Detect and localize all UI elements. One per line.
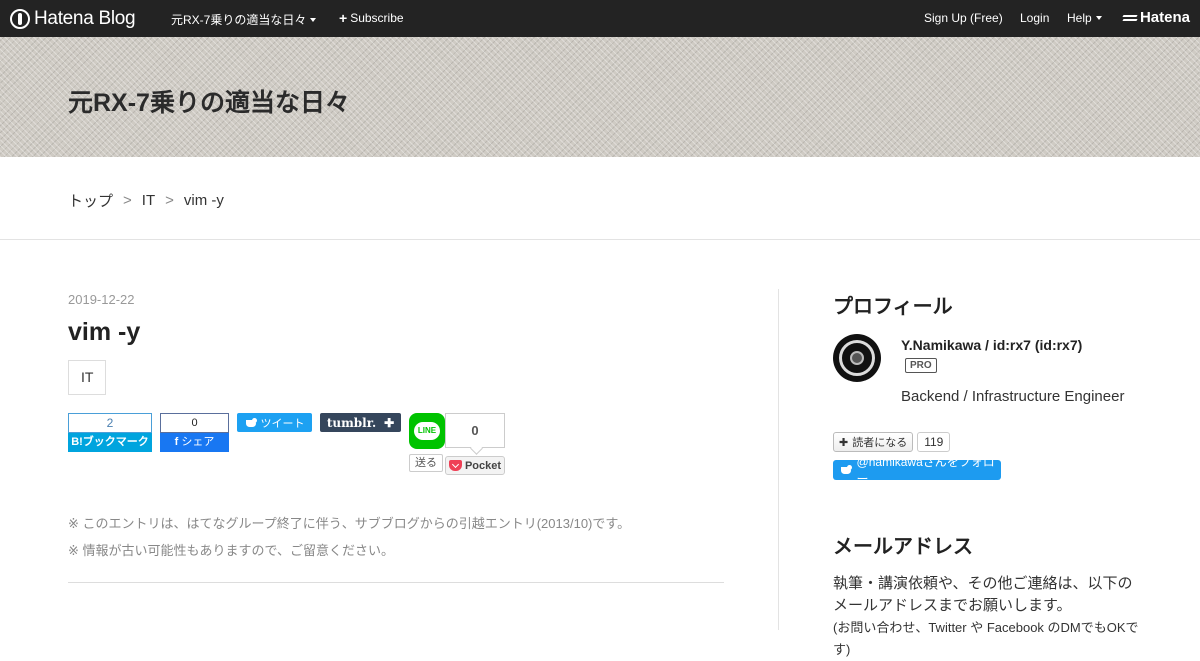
subscribe-label: Subscribe bbox=[350, 11, 404, 25]
facebook-icon: f bbox=[174, 436, 179, 448]
hatena-blog-logo[interactable]: Hatena Blog bbox=[10, 8, 136, 30]
steering-hub bbox=[850, 351, 864, 365]
plus-icon: + bbox=[339, 10, 348, 26]
avatar[interactable] bbox=[833, 334, 881, 382]
blog-title[interactable]: 元RX-7乗りの適当な日々 bbox=[68, 83, 350, 119]
column-divider bbox=[778, 289, 779, 630]
entry-note: ※ このエントリは、はてなグループ終了に伴う、サブブログからの引越エントリ(20… bbox=[68, 516, 631, 531]
login-link[interactable]: Login bbox=[1020, 11, 1049, 25]
hatena-logo-label: Hatena bbox=[1139, 9, 1190, 26]
breadcrumb-separator: > bbox=[123, 192, 132, 209]
chevron-down-icon bbox=[1095, 16, 1102, 20]
hatena-logo[interactable]: Hatena bbox=[1123, 9, 1190, 26]
facebook-share-button[interactable]: 0 f シェア bbox=[160, 413, 229, 452]
pro-badge[interactable]: PRO bbox=[905, 358, 937, 373]
plus-icon: ✚ bbox=[384, 415, 395, 430]
brand-label: Hatena Blog bbox=[34, 8, 136, 29]
pocket-button[interactable]: 0 Pocket bbox=[445, 413, 505, 475]
line-icon: LINE bbox=[409, 413, 445, 449]
entry-date[interactable]: 2019-12-22 bbox=[68, 292, 135, 307]
reader-subscribe-button[interactable]: ✚ 読者になる 119 bbox=[833, 432, 951, 452]
pocket-count: 0 bbox=[445, 413, 505, 448]
breadcrumb-current: vim -y bbox=[183, 192, 224, 209]
help-label: Help bbox=[1067, 11, 1092, 25]
pocket-label-button: Pocket bbox=[445, 456, 505, 475]
subscribe-link[interactable]: + Subscribe bbox=[339, 11, 404, 25]
twitter-follow-label: @namikawaさんをフォロー bbox=[856, 455, 995, 486]
help-dropdown[interactable]: Help bbox=[1067, 11, 1102, 25]
mail-note: (お問い合わせ、Twitter や Facebook のDMでもOKです) bbox=[833, 620, 1139, 657]
entry-category-tag[interactable]: IT bbox=[68, 360, 107, 395]
line-share-label: 送る bbox=[409, 454, 443, 472]
facebook-share-count: 0 bbox=[160, 413, 229, 433]
signup-link[interactable]: Sign Up (Free) bbox=[924, 11, 1003, 25]
pocket-icon bbox=[448, 460, 462, 471]
line-icon-text: LINE bbox=[414, 422, 440, 440]
mail-heading: メールアドレス bbox=[833, 536, 973, 558]
hatena-bookmark-label: B!ブックマーク bbox=[68, 433, 152, 452]
line-share-button[interactable]: LINE 送る bbox=[409, 413, 445, 473]
profile-description: Backend / Infrastructure Engineer bbox=[901, 388, 1125, 405]
entry-notes: ※ このエントリは、はてなグループ終了に伴う、サブブログからの引越エントリ(20… bbox=[68, 510, 630, 564]
blog-header: 元RX-7乗りの適当な日々 bbox=[0, 37, 1200, 157]
tweet-label: ツイート bbox=[260, 417, 305, 430]
facebook-share-label: f シェア bbox=[160, 433, 229, 452]
facebook-share-text: シェア bbox=[181, 436, 215, 448]
chevron-down-icon bbox=[310, 17, 317, 22]
hatena-mark-icon bbox=[1123, 13, 1137, 23]
profile-name[interactable]: Y.Namikawa / id:rx7 (id:rx7) bbox=[901, 337, 1082, 353]
twitter-bird-icon bbox=[840, 465, 852, 475]
twitter-follow-button[interactable]: @namikawaさんをフォロー bbox=[833, 455, 1001, 486]
tumblr-share-button[interactable]: tumblr. ✚ bbox=[320, 413, 401, 432]
global-header: Hatena Blog 元RX-7乗りの適当な日々 + Subscribe Si… bbox=[0, 0, 1200, 37]
share-buttons: 2 B!ブックマーク 0 f シェア ツイート tumblr. ✚ LINE 送… bbox=[68, 413, 724, 475]
pocket-label: Pocket bbox=[464, 459, 502, 472]
breadcrumb-category-link[interactable]: IT bbox=[142, 192, 155, 209]
breadcrumb-bar: トップ > IT > vim -y bbox=[0, 157, 1200, 240]
blog-menu-label: 元RX-7乗りの適当な日々 bbox=[171, 13, 307, 27]
plus-icon: ✚ bbox=[839, 436, 849, 449]
hatena-bookmark-button[interactable]: 2 B!ブックマーク bbox=[68, 413, 152, 452]
entry-title[interactable]: vim -y bbox=[68, 318, 140, 347]
reader-subscribe-label-box: ✚ 読者になる bbox=[833, 432, 914, 452]
tweet-button[interactable]: ツイート bbox=[237, 413, 312, 432]
mail-description: 執筆・講演依頼や、その他ご連絡は、以下のメールアドレスまでお願いします。 bbox=[833, 575, 1133, 614]
entry-divider bbox=[68, 582, 724, 583]
hatena-bookmark-count: 2 bbox=[68, 413, 152, 433]
reader-count: 119 bbox=[917, 432, 951, 452]
profile-heading: プロフィール bbox=[833, 296, 953, 318]
tumblr-label: tumblr. bbox=[326, 415, 377, 430]
mail-text: 執筆・講演依頼や、その他ご連絡は、以下のメールアドレスまでお願いします。 (お問… bbox=[833, 573, 1143, 661]
entry-note: ※ 情報が古い可能性もありますので、ご留意ください。 bbox=[68, 543, 394, 558]
hatena-blog-logo-icon bbox=[10, 9, 30, 29]
reader-subscribe-label: 読者になる bbox=[852, 437, 908, 449]
breadcrumb-separator: > bbox=[165, 192, 174, 209]
twitter-bird-icon bbox=[245, 417, 257, 428]
blog-menu-dropdown[interactable]: 元RX-7乗りの適当な日々 bbox=[171, 11, 317, 28]
breadcrumb-top-link[interactable]: トップ bbox=[68, 190, 113, 211]
breadcrumb: トップ > IT > vim -y bbox=[68, 190, 224, 211]
